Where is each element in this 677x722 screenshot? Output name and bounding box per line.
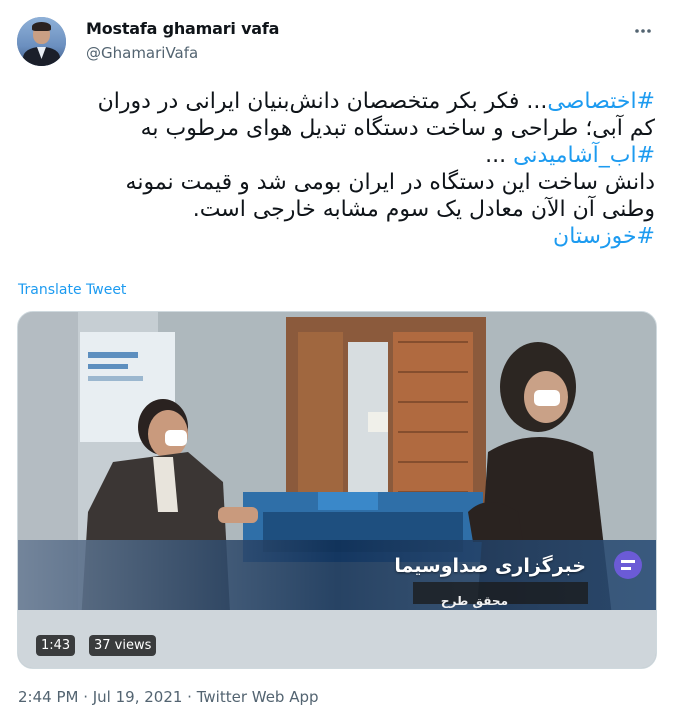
video-overlay-subtitle: محقق طرح bbox=[440, 594, 508, 608]
video-views-badge: 37 views bbox=[89, 635, 157, 656]
tweet-line: کم آبی؛ طراحی و ساخت دستگاه تبدیل هوای م… bbox=[140, 116, 655, 141]
author-display-name[interactable]: Mostafa ghamari vafa bbox=[86, 19, 279, 38]
video-thumbnail bbox=[18, 312, 656, 668]
hashtag-link[interactable]: #اختصاصی bbox=[547, 89, 655, 114]
video-duration-badge: 1:43 bbox=[36, 635, 76, 656]
video-player[interactable]: خبرگزاری صداوسیما محقق طرح 1:43 37 views bbox=[17, 311, 657, 669]
video-overlay-title: خبرگزاری صداوسیما bbox=[394, 555, 586, 577]
tweet-text: #اختصاصی... فکر بکر متخصصان دانش‌بنیان ا… bbox=[15, 88, 655, 250]
hashtag-link[interactable]: #اب_آشامیدنی bbox=[513, 143, 655, 168]
more-options-icon[interactable] bbox=[628, 16, 658, 46]
hashtag-link[interactable]: #خوزستان bbox=[553, 224, 655, 249]
tweet-line: #خوزستان bbox=[15, 223, 655, 250]
tweet-timestamp[interactable]: 2:44 PM · Jul 19, 2021 · Twitter Web App bbox=[18, 688, 319, 706]
tweet-line: دانش ساخت این دستگاه در ایران بومی شد و … bbox=[125, 170, 655, 195]
tweet-line: #اختصاصی... فکر بکر متخصصان دانش‌بنیان ا… bbox=[97, 89, 655, 114]
tweet-line: #اب_آشامیدنی ... bbox=[485, 143, 655, 168]
translate-tweet-link[interactable]: Translate Tweet bbox=[18, 282, 126, 298]
tweet-line: وطنی آن الآن معادل یک سوم مشابه خارجی اس… bbox=[192, 197, 655, 222]
avatar[interactable] bbox=[17, 17, 66, 66]
author-handle[interactable]: @GhamariVafa bbox=[86, 44, 198, 62]
